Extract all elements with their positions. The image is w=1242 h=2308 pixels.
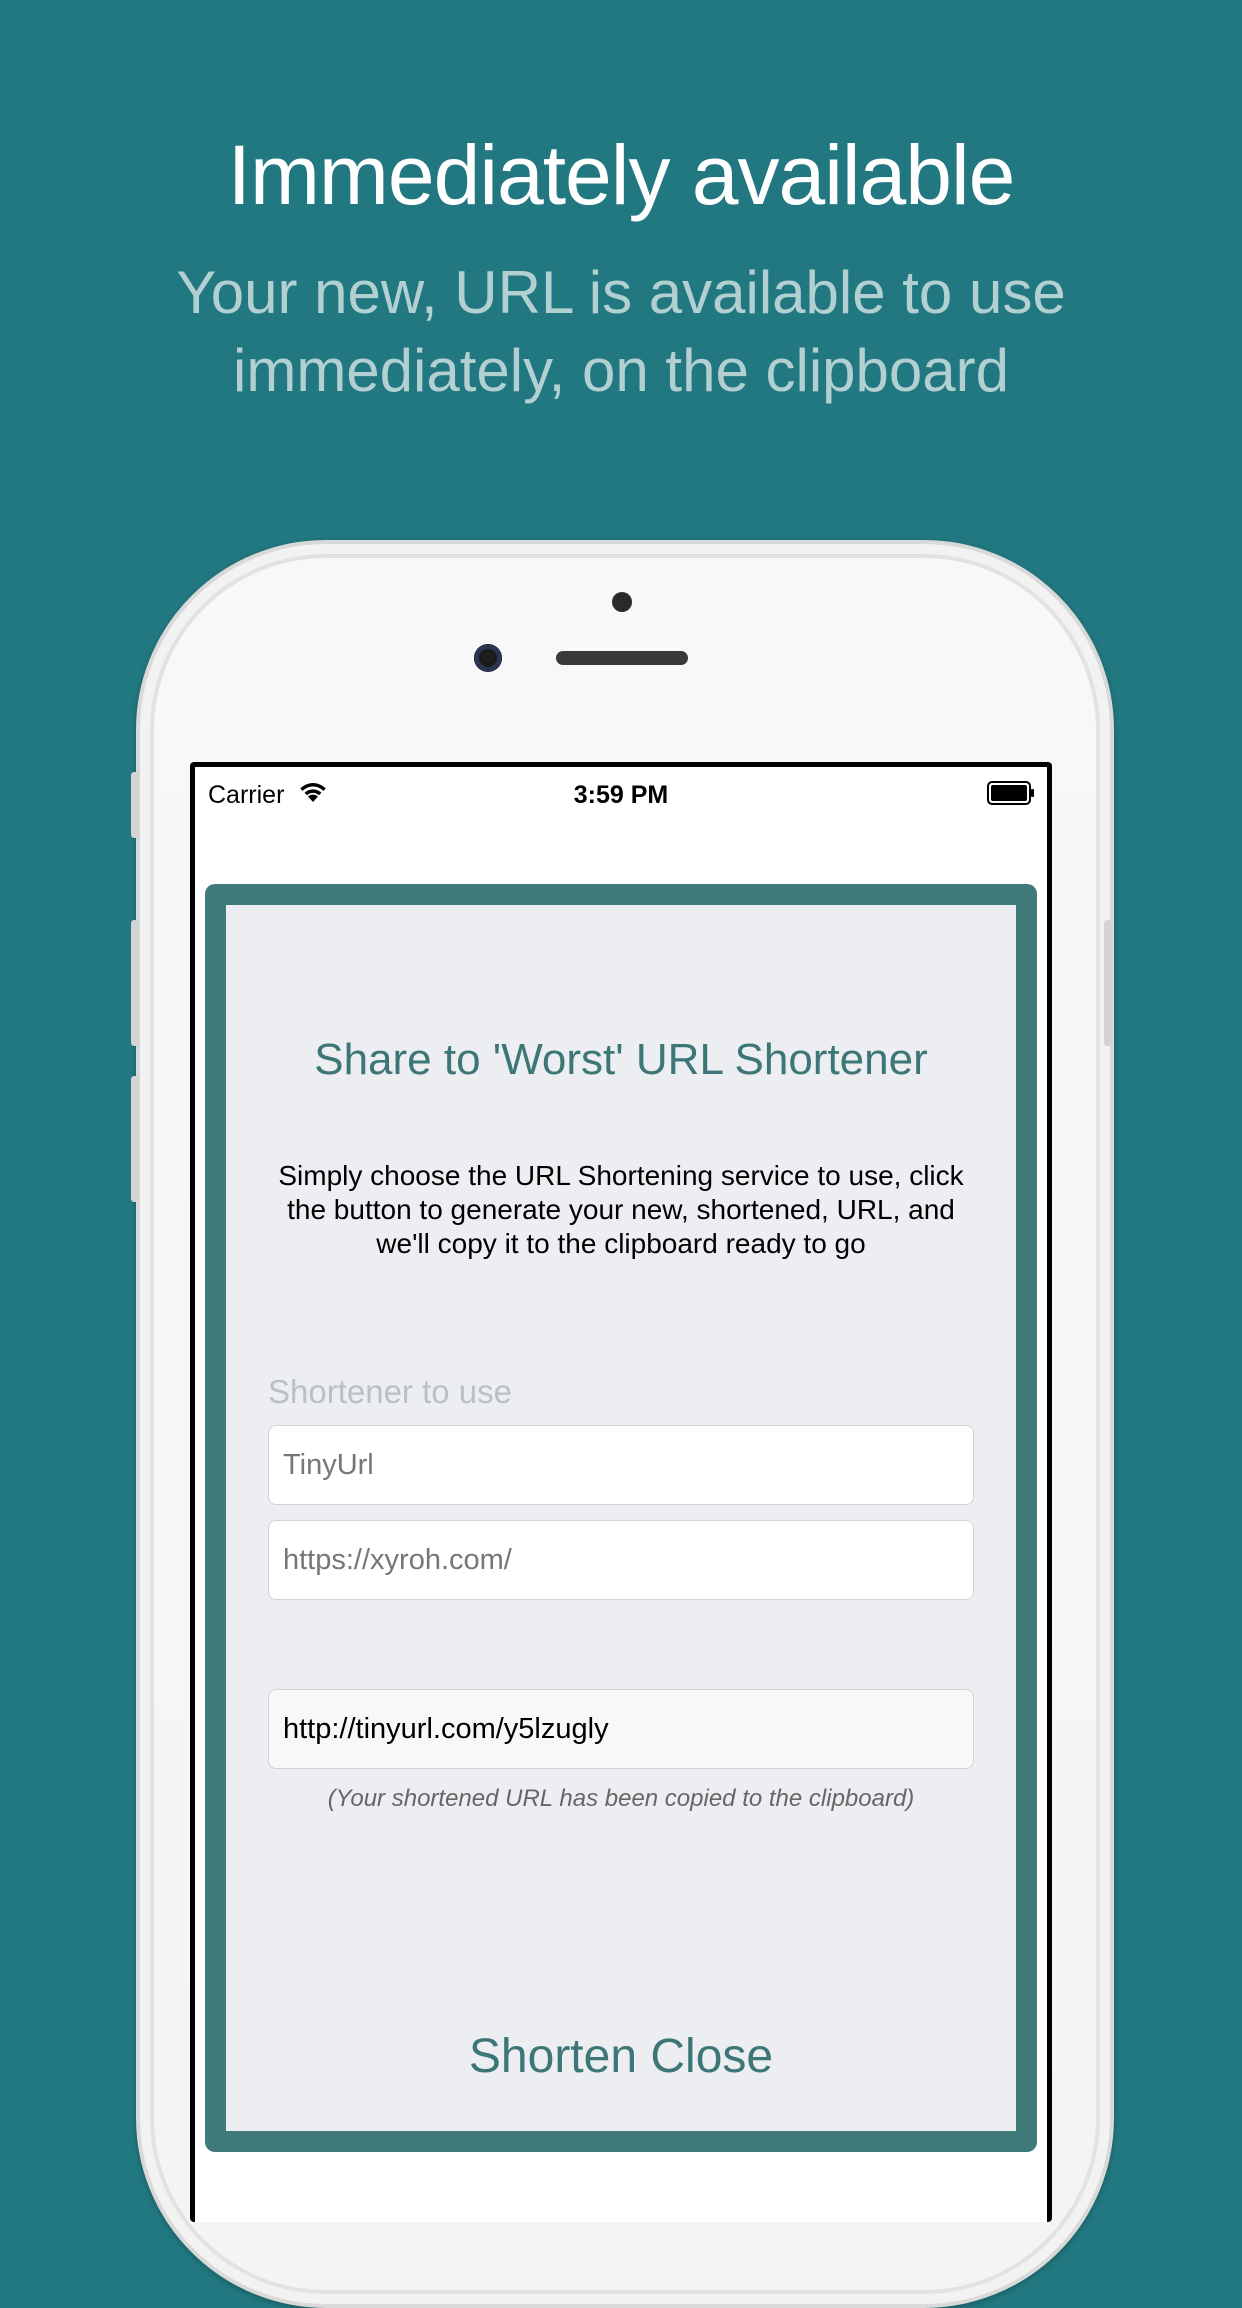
- earpiece-speaker: [556, 651, 688, 665]
- dialog-description: Simply choose the URL Shortening service…: [278, 1160, 964, 1259]
- shorten-button[interactable]: Shorten: [469, 2030, 637, 2083]
- phone-power-button: [1104, 920, 1112, 1046]
- shortened-url-field[interactable]: http://tinyurl.com/y5lzugly: [268, 1689, 974, 1769]
- screen-content: Carrier 3:59 PM Share to 'Worst' URL Sho…: [195, 767, 1047, 2222]
- dialog-buttons: Shorten Close: [226, 2029, 1016, 2084]
- dialog-frame: Share to 'Worst' URL Shortener Simply ch…: [205, 884, 1037, 2152]
- proximity-sensor: [612, 592, 632, 612]
- front-camera: [474, 644, 502, 672]
- clock-time: 3:59 PM: [573, 781, 669, 809]
- close-button[interactable]: Close: [650, 2030, 773, 2083]
- phone-volume-up: [131, 920, 139, 1046]
- status-bar: Carrier 3:59 PM: [195, 767, 1047, 817]
- battery-icon: [987, 781, 1035, 805]
- share-dialog: Share to 'Worst' URL Shortener Simply ch…: [226, 905, 1016, 2131]
- phone-screen: Carrier 3:59 PM Share to 'Worst' URL Sho…: [190, 762, 1052, 2222]
- shortener-label: Shortener to use: [268, 1373, 512, 1410]
- phone-silent-switch: [131, 772, 139, 838]
- url-input[interactable]: https://xyroh.com/: [268, 1520, 974, 1600]
- promo-headline: Immediately available: [227, 128, 1016, 222]
- phone-volume-down: [131, 1076, 139, 1202]
- promo-subhead: Your new, URL is available to use immedi…: [176, 259, 1066, 404]
- dialog-title: Share to 'Worst' URL Shortener: [314, 1035, 928, 1084]
- shortener-picker[interactable]: TinyUrl: [268, 1425, 974, 1505]
- copied-notice: (Your shortened URL has been copied to t…: [327, 1785, 915, 1812]
